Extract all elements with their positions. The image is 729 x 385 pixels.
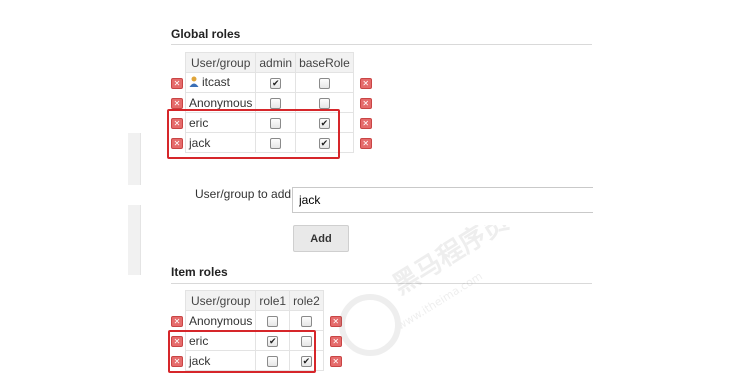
header-admin: admin — [255, 52, 297, 73]
global-roles-title: Global roles — [171, 27, 241, 41]
side-panel-top — [128, 133, 141, 185]
remove-icon[interactable]: ✕ — [171, 315, 183, 327]
item-roles-title: Item roles — [171, 265, 228, 279]
add-user-input[interactable] — [292, 187, 593, 213]
item-roles-highlight-box — [168, 330, 316, 373]
checkbox-admin[interactable] — [270, 97, 282, 109]
checkbox-baserole[interactable] — [318, 77, 330, 89]
item-roles-header-row: User/group role1 role2 — [171, 290, 344, 311]
remove-icon[interactable]: ✕ — [329, 355, 342, 367]
remove-icon[interactable]: ✕ — [359, 97, 372, 109]
watermark-logo: 黑马程序员 www.itheima.com — [330, 206, 530, 378]
table-row: ✕ itcast ✔ ✕ — [171, 72, 374, 93]
header-user-group: User/group — [184, 290, 257, 311]
header-baserole: baseRole — [295, 52, 354, 73]
row-name: itcast — [202, 75, 231, 90]
add-user-label: User/group to add — [195, 187, 292, 201]
checkbox-role1[interactable] — [267, 315, 279, 327]
remove-icon[interactable]: ✕ — [329, 335, 342, 347]
remove-icon[interactable]: ✕ — [329, 315, 342, 327]
remove-icon[interactable]: ✕ — [171, 77, 183, 89]
header-role2: role2 — [289, 290, 324, 311]
watermark-text: 黑马程序员 — [387, 225, 514, 301]
remove-icon[interactable]: ✕ — [359, 117, 372, 129]
checkbox-admin[interactable]: ✔ — [270, 77, 282, 89]
checkbox-role2[interactable] — [300, 315, 312, 327]
global-roles-header-row: User/group admin baseRole — [171, 52, 374, 73]
side-panel-bottom — [128, 205, 141, 275]
remove-icon[interactable]: ✕ — [359, 77, 372, 89]
header-user-group: User/group — [184, 52, 257, 73]
remove-icon[interactable]: ✕ — [171, 97, 183, 109]
global-roles-divider — [171, 44, 592, 45]
checkbox-baserole[interactable] — [318, 97, 330, 109]
add-button[interactable]: Add — [293, 225, 349, 252]
user-icon — [189, 76, 199, 90]
table-row: ✕ Anonymous ✕ — [171, 310, 344, 331]
watermark-subtext: www.itheima.com — [395, 270, 485, 333]
item-roles-divider — [171, 283, 592, 284]
global-roles-highlight-box — [167, 109, 340, 159]
header-role1: role1 — [255, 290, 291, 311]
remove-icon[interactable]: ✕ — [359, 137, 372, 149]
row-name: Anonymous — [184, 310, 257, 331]
